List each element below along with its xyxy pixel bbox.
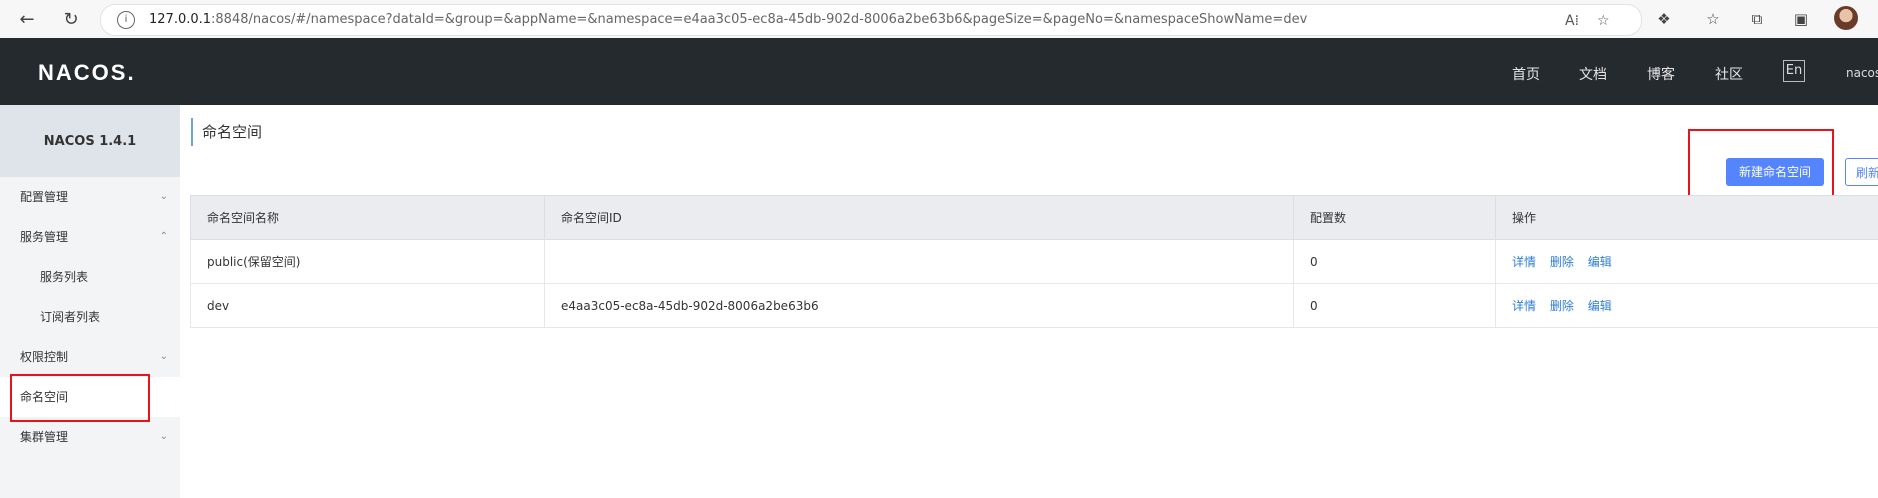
url-path: :8848/nacos/#/namespace?dataId=&group=&a… <box>211 12 1308 27</box>
refresh-button[interactable]: 刷新 <box>1845 158 1878 186</box>
column-header-config-count: 配置数 <box>1293 195 1496 240</box>
reload-icon[interactable]: ↻ <box>58 6 84 32</box>
language-toggle[interactable]: En <box>1783 60 1805 82</box>
sidebar: NACOS 1.4.1 配置管理 ⌄ 服务管理 ⌃ 服务列表 订阅者列表 权限控… <box>0 105 180 498</box>
namespace-name: public(保留空间) <box>190 239 545 284</box>
detail-link[interactable]: 详情 <box>1512 299 1536 313</box>
nav-community[interactable]: 社区 <box>1715 64 1743 84</box>
page-title: 命名空间 <box>191 118 262 146</box>
column-header-actions: 操作 <box>1495 195 1878 240</box>
nacos-logo[interactable]: NACOS. <box>38 60 136 86</box>
favorites-icon[interactable]: ☆ <box>1704 10 1722 28</box>
sidebar-item-config[interactable]: 配置管理 ⌄ <box>0 177 180 217</box>
namespace-id: e4aa3c05-ec8a-45db-902d-8006a2be63b6 <box>544 283 1294 328</box>
screenshot-icon[interactable]: ▣ <box>1792 10 1810 28</box>
favorite-add-icon[interactable]: ☆ <box>1597 13 1610 29</box>
config-count: 0 <box>1293 283 1496 328</box>
sidebar-item-label: 订阅者列表 <box>40 310 101 324</box>
sidebar-item-label: 服务管理 <box>20 230 69 244</box>
collections-icon[interactable]: ⧉ <box>1748 10 1766 28</box>
chevron-down-icon: ⌄ <box>159 191 168 202</box>
url-text[interactable]: 127.0.0.1:8848/nacos/#/namespace?dataId=… <box>149 12 1307 27</box>
nav-docs[interactable]: 文档 <box>1579 64 1607 84</box>
nav-home[interactable]: 首页 <box>1512 64 1540 84</box>
user-menu[interactable]: nacos <box>1846 66 1878 80</box>
sidebar-item-label: 权限控制 <box>20 350 69 364</box>
column-header-name: 命名空间名称 <box>190 195 545 240</box>
sidebar-item-subscriber-list[interactable]: 订阅者列表 <box>0 297 180 337</box>
delete-link[interactable]: 删除 <box>1550 299 1574 313</box>
table-row: dev e4aa3c05-ec8a-45db-902d-8006a2be63b6… <box>190 283 1878 328</box>
column-header-id: 命名空间ID <box>544 195 1294 240</box>
sidebar-item-service-list[interactable]: 服务列表 <box>0 257 180 297</box>
table-header-row: 命名空间名称 命名空间ID 配置数 操作 <box>190 195 1878 240</box>
table-row: public(保留空间) 0 详情 删除 编辑 <box>190 239 1878 284</box>
chevron-up-icon: ⌃ <box>159 231 168 242</box>
chevron-down-icon: ⌄ <box>159 431 168 442</box>
read-aloud-icon[interactable]: A⁞ <box>1565 13 1579 29</box>
config-count: 0 <box>1293 239 1496 284</box>
sidebar-item-label: 服务列表 <box>40 270 89 284</box>
sidebar-item-auth[interactable]: 权限控制 ⌄ <box>0 337 180 377</box>
sidebar-item-service[interactable]: 服务管理 ⌃ <box>0 217 180 257</box>
namespace-table: 命名空间名称 命名空间ID 配置数 操作 public(保留空间) 0 详情 删… <box>190 195 1878 328</box>
sidebar-item-label: 集群管理 <box>20 430 69 444</box>
highlight-box-sidebar <box>10 374 150 422</box>
browser-toolbar: ← ↻ i 127.0.0.1:8848/nacos/#/namespace?d… <box>0 0 1878 39</box>
avatar[interactable] <box>1834 6 1858 30</box>
namespace-name: dev <box>190 283 545 328</box>
row-actions: 详情 删除 编辑 <box>1495 239 1878 284</box>
info-icon[interactable]: i <box>117 11 135 29</box>
sidebar-item-cluster[interactable]: 集群管理 ⌄ <box>0 417 180 457</box>
edit-link[interactable]: 编辑 <box>1588 299 1612 313</box>
delete-link[interactable]: 删除 <box>1550 255 1574 269</box>
app-header: NACOS. 首页 文档 博客 社区 En nacos <box>0 38 1878 105</box>
address-bar[interactable]: i 127.0.0.1:8848/nacos/#/namespace?dataI… <box>100 4 1642 36</box>
url-host: 127.0.0.1 <box>149 12 212 27</box>
namespace-id <box>544 239 1294 284</box>
back-icon[interactable]: ← <box>14 6 40 32</box>
extensions-icon[interactable]: ❖ <box>1655 10 1673 28</box>
sidebar-title: NACOS 1.4.1 <box>0 105 180 177</box>
detail-link[interactable]: 详情 <box>1512 255 1536 269</box>
sidebar-item-label: 配置管理 <box>20 190 69 204</box>
chevron-down-icon: ⌄ <box>159 351 168 362</box>
edit-link[interactable]: 编辑 <box>1588 255 1612 269</box>
row-actions: 详情 删除 编辑 <box>1495 283 1878 328</box>
nav-blog[interactable]: 博客 <box>1647 64 1675 84</box>
highlight-box-new-button <box>1688 129 1834 205</box>
